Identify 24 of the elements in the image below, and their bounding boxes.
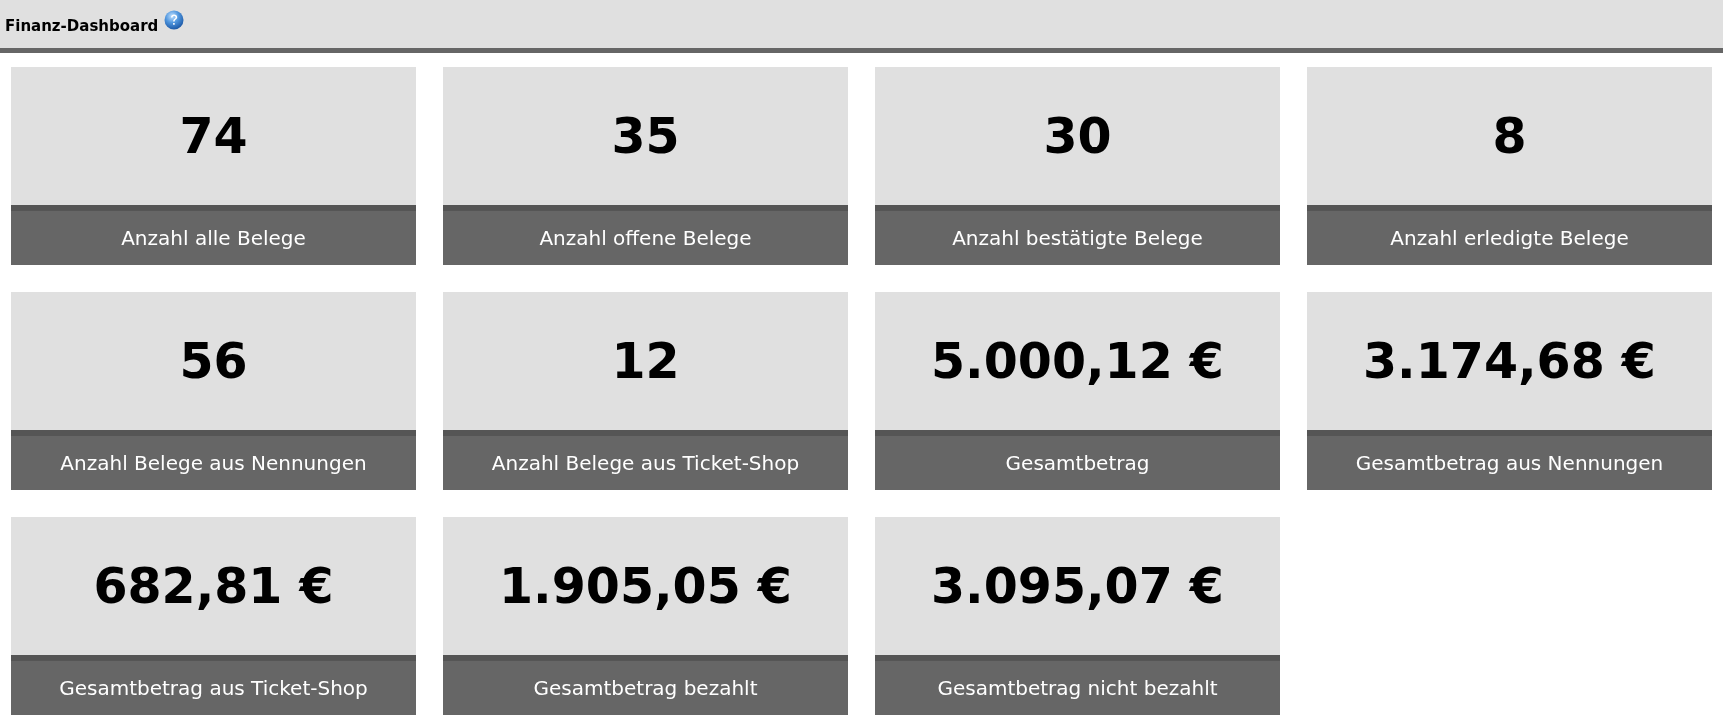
tile-value: 682,81 € bbox=[11, 517, 416, 655]
help-icon[interactable] bbox=[164, 10, 185, 30]
tile-label: Gesamtbetrag aus Ticket-Shop bbox=[11, 655, 416, 715]
tile-label: Anzahl bestätigte Belege bbox=[875, 205, 1280, 265]
tile-label: Anzahl alle Belege bbox=[11, 205, 416, 265]
tile-value: 5.000,12 € bbox=[875, 292, 1280, 430]
tile-value: 56 bbox=[11, 292, 416, 430]
tile-value: 12 bbox=[443, 292, 848, 430]
tile-label: Gesamtbetrag aus Nennungen bbox=[1307, 430, 1712, 490]
tile-label: Anzahl Belege aus Nennungen bbox=[11, 430, 416, 490]
tile-value: 3.095,07 € bbox=[875, 517, 1280, 655]
tile-value: 3.174,68 € bbox=[1307, 292, 1712, 430]
tile-label: Anzahl Belege aus Ticket-Shop bbox=[443, 430, 848, 490]
tile-value: 74 bbox=[11, 67, 416, 205]
tile-value: 8 bbox=[1307, 67, 1712, 205]
tile-label: Gesamtbetrag bezahlt bbox=[443, 655, 848, 715]
tile-label: Gesamtbetrag nicht bezahlt bbox=[875, 655, 1280, 715]
tile-label: Gesamtbetrag bbox=[875, 430, 1280, 490]
tile-value: 1.905,05 € bbox=[443, 517, 848, 655]
tile-label: Anzahl offene Belege bbox=[443, 205, 848, 265]
tile-value: 30 bbox=[875, 67, 1280, 205]
tile-value: 35 bbox=[443, 67, 848, 205]
page-title: Finanz-Dashboard bbox=[5, 17, 159, 35]
tile-label: Anzahl erledigte Belege bbox=[1307, 205, 1712, 265]
